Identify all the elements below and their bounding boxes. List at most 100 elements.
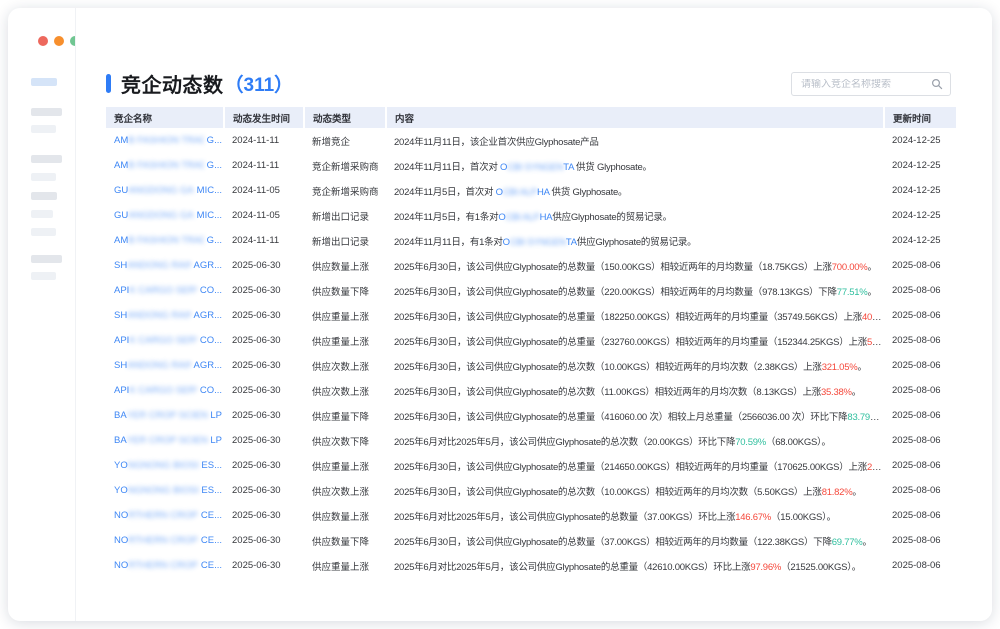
company-name-link[interactable]: SHANDONG RAINBOW AGR... xyxy=(114,360,222,371)
content-segment[interactable]: HA xyxy=(540,212,553,223)
name-suffix: AGR... xyxy=(191,260,222,271)
search-input[interactable] xyxy=(792,79,931,90)
name-suffix: G... xyxy=(204,135,222,146)
company-name-link[interactable]: BAYER CROP SCIENCE LP xyxy=(114,435,222,446)
event-type-cell: 供应次数下降 xyxy=(304,428,386,453)
content-segment: 。 xyxy=(852,487,861,498)
main-panel: 竞企动态数 （311） 竞企名称动态发生时间动态类型内容更新时间 AMB FAS… xyxy=(75,8,992,621)
sidebar-item[interactable] xyxy=(31,155,62,163)
company-name-link[interactable]: GUANGDONG GALANZ MIC... xyxy=(114,185,222,196)
sidebar-item[interactable] xyxy=(31,125,56,133)
content-segment[interactable]: O xyxy=(496,187,503,198)
content-segment: 83.79% xyxy=(847,412,879,423)
sidebar-item[interactable] xyxy=(31,255,62,263)
dynamics-table: 竞企名称动态发生时间动态类型内容更新时间 AMB FASHION TRADING… xyxy=(106,107,956,578)
update-date-cell: 2024-12-25 xyxy=(884,178,956,203)
content-segment: 2025年6月对比2025年5月，该公司供应Glyphosate的总次数（20.… xyxy=(394,437,735,448)
sidebar-item[interactable] xyxy=(31,108,62,116)
content-segment[interactable]: O xyxy=(503,237,510,248)
company-name-link[interactable]: NORTHERN CROP SCIEN CE... xyxy=(114,510,222,521)
content-segment: 供应Glyphosate的贸易记录。 xyxy=(552,212,672,223)
content-segment: 35.38% xyxy=(821,387,852,398)
name-blurred: K CARGO SERVICE xyxy=(129,385,197,396)
name-suffix: LP xyxy=(208,435,222,446)
content-cell: 2025年6月30日，该公司供应Glyphosate的总次数（10.00KGS）… xyxy=(386,478,884,503)
company-name-link[interactable]: BAYER CROP SCIENCE LP xyxy=(114,410,222,421)
event-type-cell: 供应重量上涨 xyxy=(304,303,386,328)
name-prefix: API xyxy=(114,385,129,396)
content-segment[interactable]: HA xyxy=(537,187,549,198)
sidebar-item[interactable] xyxy=(31,272,56,280)
content-segment: 2025年6月对比2025年5月，该公司供应Glyphosate的总重量（426… xyxy=(394,562,750,573)
content-segment[interactable]: CBI ALP xyxy=(503,187,537,198)
content-cell: 2025年6月30日，该公司供应Glyphosate的总数量（220.00KGS… xyxy=(386,278,884,303)
content-cell: 2024年11月11日，有1条对OCBI SYNGENTA供应Glyphosat… xyxy=(386,228,884,253)
sidebar-item[interactable] xyxy=(31,228,56,236)
company-name-link[interactable]: APIK CARGO SERVICE CO... xyxy=(114,285,222,296)
company-name-link[interactable]: AMB FASHION TRADING G... xyxy=(114,160,222,171)
company-name-cell: GUANGDONG GALANZ MIC... xyxy=(106,178,224,203)
table-row: SHANDONG RAINBOW AGR...2025-06-30供应重量上涨2… xyxy=(106,303,956,328)
content-segment[interactable]: CBI SYNGEN xyxy=(507,162,563,173)
update-date-cell: 2024-12-25 xyxy=(884,153,956,178)
event-date-cell: 2025-06-30 xyxy=(224,353,304,378)
company-name-link[interactable]: AMB FASHION TRADING G... xyxy=(114,135,222,146)
company-name-link[interactable]: AMB FASHION TRADING G... xyxy=(114,235,222,246)
company-name-cell: NORTHERN CROP SCIEN CE... xyxy=(106,503,224,528)
event-date-cell: 2024-11-11 xyxy=(224,228,304,253)
company-name-link[interactable]: GUANGDONG GALANZ MIC... xyxy=(114,210,222,221)
update-date-cell: 2025-08-06 xyxy=(884,328,956,353)
name-prefix: YO xyxy=(114,485,128,496)
company-name-link[interactable]: YONGNONG BIOSCIEN ES... xyxy=(114,460,222,471)
company-name-cell: AMB FASHION TRADING G... xyxy=(106,228,224,253)
name-suffix: CO... xyxy=(197,285,222,296)
company-name-link[interactable]: APIK CARGO SERVICE CO... xyxy=(114,385,222,396)
table-row: APIK CARGO SERVICE CO...2025-06-30供应数量下降… xyxy=(106,278,956,303)
name-prefix: SH xyxy=(114,360,127,371)
event-type-cell: 新增出口记录 xyxy=(304,203,386,228)
content-segment[interactable]: CBI ALP xyxy=(505,212,539,223)
table-row: BAYER CROP SCIENCE LP2025-06-30供应次数下降 202… xyxy=(106,428,956,453)
table-row: AMB FASHION TRADING G...2024-11-11竞企新增采购… xyxy=(106,153,956,178)
company-name-cell: SHANDONG RAINBOW AGR... xyxy=(106,253,224,278)
company-name-link[interactable]: NORTHERN CROP SCIEN CE... xyxy=(114,560,222,571)
event-date-cell: 2025-06-30 xyxy=(224,253,304,278)
update-date-cell: 2025-08-06 xyxy=(884,403,956,428)
event-type-cell: 供应数量上涨 xyxy=(304,503,386,528)
company-name-link[interactable]: YONGNONG BIOSCIEN ES... xyxy=(114,485,222,496)
sidebar-item[interactable] xyxy=(31,173,56,181)
company-name-link[interactable]: APIK CARGO SERVICE CO... xyxy=(114,335,222,346)
name-blurred: NGNONG BIOSCIEN xyxy=(128,460,199,471)
sidebar-item[interactable] xyxy=(31,78,57,86)
sidebar-item[interactable] xyxy=(31,210,53,218)
name-prefix: BA xyxy=(114,410,127,421)
content-cell: 2025年6月30日，该公司供应Glyphosate的总数量（37.00KGS）… xyxy=(386,528,884,553)
column-header: 动态发生时间 xyxy=(224,107,304,128)
company-name-cell: AMB FASHION TRADING G... xyxy=(106,153,224,178)
event-date-cell: 2025-06-30 xyxy=(224,428,304,453)
company-name-cell: APIK CARGO SERVICE CO... xyxy=(106,278,224,303)
content-segment: 69.77% xyxy=(832,537,863,548)
event-type-cell: 供应次数上涨 xyxy=(304,478,386,503)
event-date-cell: 2025-06-30 xyxy=(224,403,304,428)
content-segment[interactable]: TA xyxy=(563,162,573,173)
company-name-cell: NORTHERN CROP SCIEN CE... xyxy=(106,553,224,578)
name-suffix: CE... xyxy=(198,560,222,571)
content-segment[interactable]: TA xyxy=(566,237,577,248)
content-cell: 2024年11月11日，该企业首次供应Glyphosate产品 xyxy=(386,128,884,153)
name-blurred: B FASHION TRADING xyxy=(128,235,204,246)
content-segment[interactable]: CBI SYNGEN xyxy=(510,237,566,248)
content-segment: 97.96% xyxy=(750,562,781,573)
table-row: NORTHERN CROP SCIEN CE...2025-06-30供应重量上… xyxy=(106,553,956,578)
company-name-link[interactable]: SHANDONG RAINBOW AGR... xyxy=(114,260,222,271)
content-cell: 2025年6月30日，该公司供应Glyphosate的总重量（182250.00… xyxy=(386,303,884,328)
sidebar-item[interactable] xyxy=(31,192,57,200)
content-segment: 700.00% xyxy=(832,262,868,273)
name-blurred: ANDONG RAINBOW xyxy=(127,260,191,271)
title-accent-bar xyxy=(106,74,111,93)
company-name-link[interactable]: NORTHERN CROP SCIEN CE... xyxy=(114,535,222,546)
name-prefix: NO xyxy=(114,560,128,571)
company-name-link[interactable]: SHANDONG RAINBOW AGR... xyxy=(114,310,222,321)
content-segment: ，… xyxy=(878,412,884,423)
table-row: SHANDONG RAINBOW AGR...2025-06-30供应数量上涨2… xyxy=(106,253,956,278)
